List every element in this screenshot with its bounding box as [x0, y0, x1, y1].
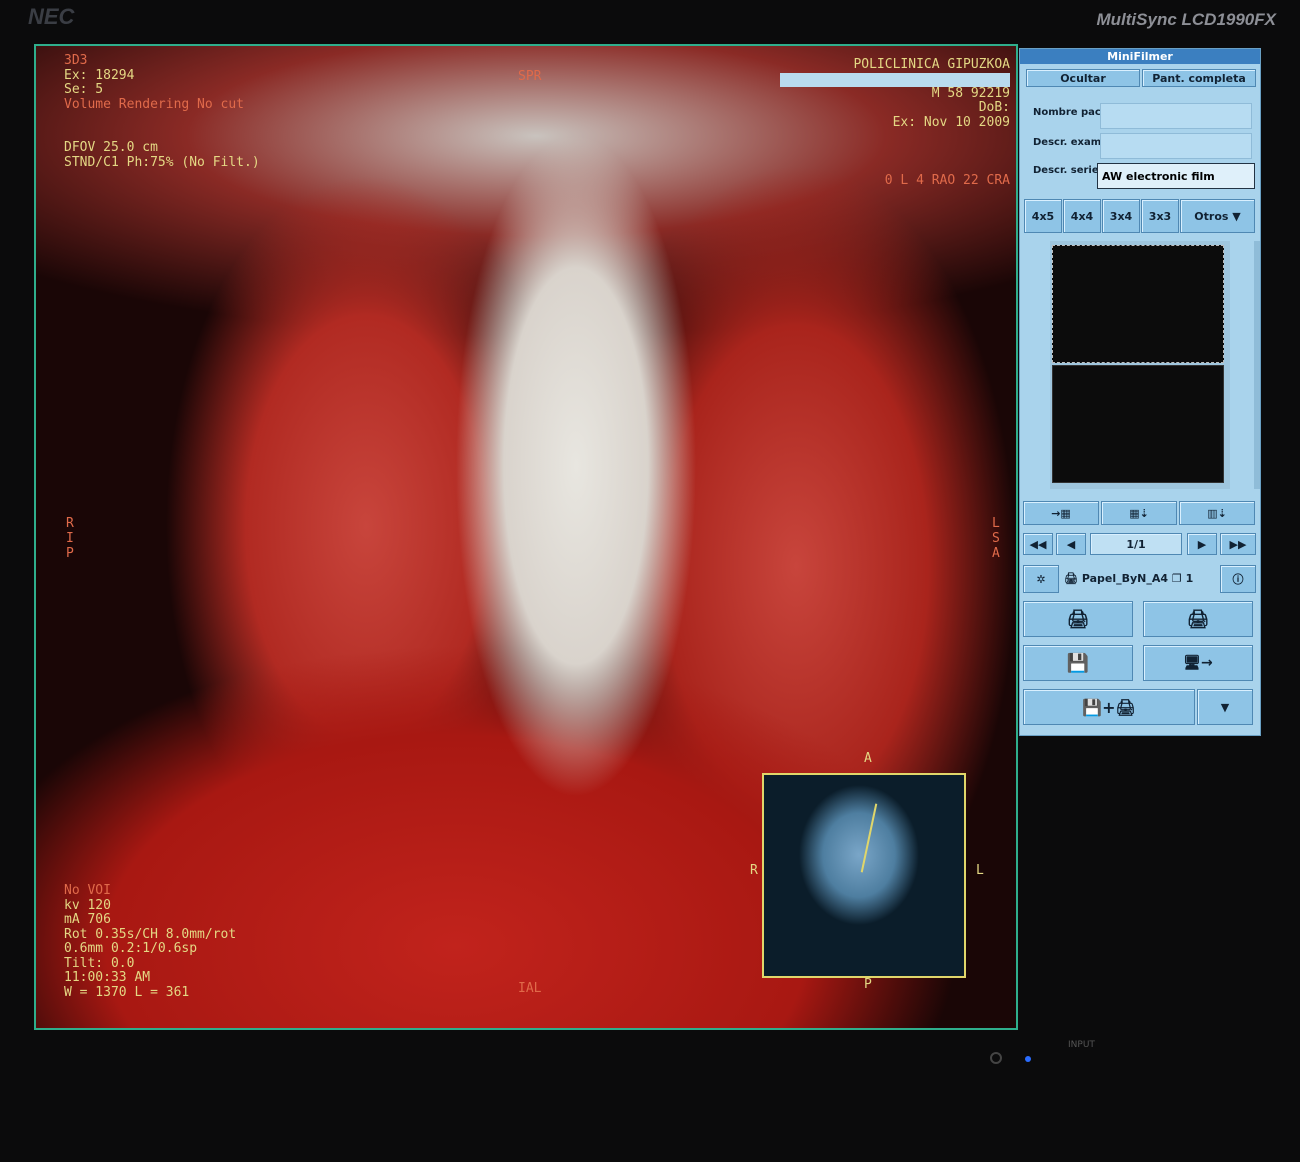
- film-preview[interactable]: [1050, 241, 1230, 489]
- film-slot-2[interactable]: [1052, 365, 1224, 483]
- info-icon[interactable]: ⓘ: [1220, 565, 1256, 593]
- top-right-overlay: POLICLINICA GIPUZKOA M 58 92219 DoB: Ex:…: [780, 57, 1010, 189]
- recon-info: STND/C1 Ph:75% (No Filt.): [64, 154, 260, 170]
- first-page-icon[interactable]: ◀◀: [1023, 533, 1053, 555]
- kv: kv 120: [64, 897, 111, 913]
- next-page-icon[interactable]: ▶: [1187, 533, 1217, 555]
- printer-name: 🖨 Papel_ByN_A4 ❐ 1: [1064, 573, 1193, 585]
- inset-label-right: L: [976, 863, 984, 878]
- insert-page-icon[interactable]: ▦⇣: [1101, 501, 1177, 525]
- settings-icon[interactable]: ✲: [1023, 565, 1059, 593]
- voi: No VOI: [64, 883, 111, 898]
- series-desc-field[interactable]: AW electronic film: [1097, 163, 1255, 189]
- dfov: DFOV 25.0 cm: [64, 140, 158, 155]
- inset-label-top: A: [864, 751, 872, 766]
- hide-button[interactable]: Ocultar: [1026, 69, 1140, 87]
- exam-desc-field[interactable]: [1100, 133, 1252, 159]
- tilt: Tilt: 0.0: [64, 955, 135, 971]
- more-layouts-dropdown[interactable]: Otros ▼: [1180, 199, 1255, 233]
- save-icon[interactable]: 💾: [1023, 645, 1133, 681]
- print-icon[interactable]: 🖨: [1023, 601, 1133, 637]
- monitor-model: MultiSync LCD1990FX: [1096, 10, 1277, 29]
- slice: 0.6mm 0.2:1/0.6sp: [64, 941, 198, 956]
- orientation-right: L S A: [992, 516, 1000, 561]
- layout-4x4-button[interactable]: 4x4: [1063, 199, 1101, 233]
- copies-icon: ❐: [1171, 572, 1182, 585]
- view-angle: 0 L 4 RAO 22 CRA: [884, 173, 1010, 188]
- time: 11:00:33 AM: [64, 970, 151, 985]
- monitor-brand-logo: NEC: [28, 4, 75, 29]
- power-led-icon: [1025, 1056, 1031, 1062]
- dob: DoB:: [978, 100, 1010, 115]
- page-indicator: 1/1: [1090, 533, 1182, 555]
- fullscreen-button[interactable]: Pant. completa: [1142, 69, 1256, 87]
- bottom-left-overlay: No VOI kv 120 mA 706 Rot 0.35s/CH 8.0mm/…: [64, 883, 237, 1000]
- chevron-down-icon[interactable]: ▼: [1197, 689, 1253, 725]
- volume-rendering-viewport[interactable]: 3D3 Ex: 18294 Se: 5 Volume Rendering No …: [34, 44, 1018, 1030]
- add-image-icon[interactable]: →▦: [1023, 501, 1099, 525]
- print-all-icon[interactable]: 🖨: [1143, 601, 1253, 637]
- top-left-overlay: 3D3 Ex: 18294 Se: 5 Volume Rendering No …: [64, 53, 260, 170]
- panel-title: MiniFilmer: [1020, 49, 1260, 64]
- inset-label-bottom: P: [864, 977, 872, 992]
- inset-label-left: R: [750, 863, 758, 878]
- input-label: INPUT: [1068, 1040, 1095, 1050]
- orientation-top: SPR: [518, 69, 542, 84]
- power-icon[interactable]: [990, 1052, 1002, 1064]
- minifilmer-panel: MiniFilmer Ocultar Pant. completa Nombre…: [1019, 48, 1261, 736]
- copies-count: 1: [1185, 572, 1194, 585]
- save-and-print-icon[interactable]: 💾+🖨: [1023, 689, 1195, 725]
- series-desc-label: Descr. serie: [1033, 165, 1099, 176]
- series-number: Se: 5: [64, 82, 104, 97]
- layout-4x5-button[interactable]: 4x5: [1024, 199, 1062, 233]
- prev-page-icon[interactable]: ◀: [1056, 533, 1086, 555]
- printer-label: Papel_ByN_A4: [1081, 572, 1169, 585]
- append-page-icon[interactable]: ▥⇣: [1179, 501, 1255, 525]
- exam-number: Ex: 18294: [64, 67, 135, 83]
- window-level: W = 1370 L = 361: [64, 984, 190, 1000]
- reference-line[interactable]: [860, 803, 878, 873]
- patient-info: M 58 92219: [931, 85, 1010, 101]
- series-id: 3D3: [64, 53, 88, 68]
- render-mode: Volume Rendering No cut: [64, 96, 245, 112]
- preview-scrollbar[interactable]: [1254, 241, 1260, 489]
- orientation-left: R I P: [66, 516, 74, 561]
- axial-reference-image[interactable]: [762, 773, 966, 978]
- last-page-icon[interactable]: ▶▶: [1220, 533, 1256, 555]
- patient-name-field[interactable]: [1100, 103, 1252, 129]
- orientation-bottom: IAL: [518, 981, 542, 996]
- layout-3x4-button[interactable]: 3x4: [1102, 199, 1140, 233]
- exam-date: Ex: Nov 10 2009: [892, 114, 1010, 130]
- printer-icon: 🖨: [1064, 572, 1078, 585]
- export-network-icon[interactable]: 🖥→: [1143, 645, 1253, 681]
- ma: mA 706: [64, 912, 111, 927]
- layout-3x3-button[interactable]: 3x3: [1141, 199, 1179, 233]
- rotation: Rot 0.35s/CH 8.0mm/rot: [64, 926, 237, 942]
- film-slot-1[interactable]: [1052, 245, 1224, 363]
- institution: POLICLINICA GIPUZKOA: [853, 57, 1010, 72]
